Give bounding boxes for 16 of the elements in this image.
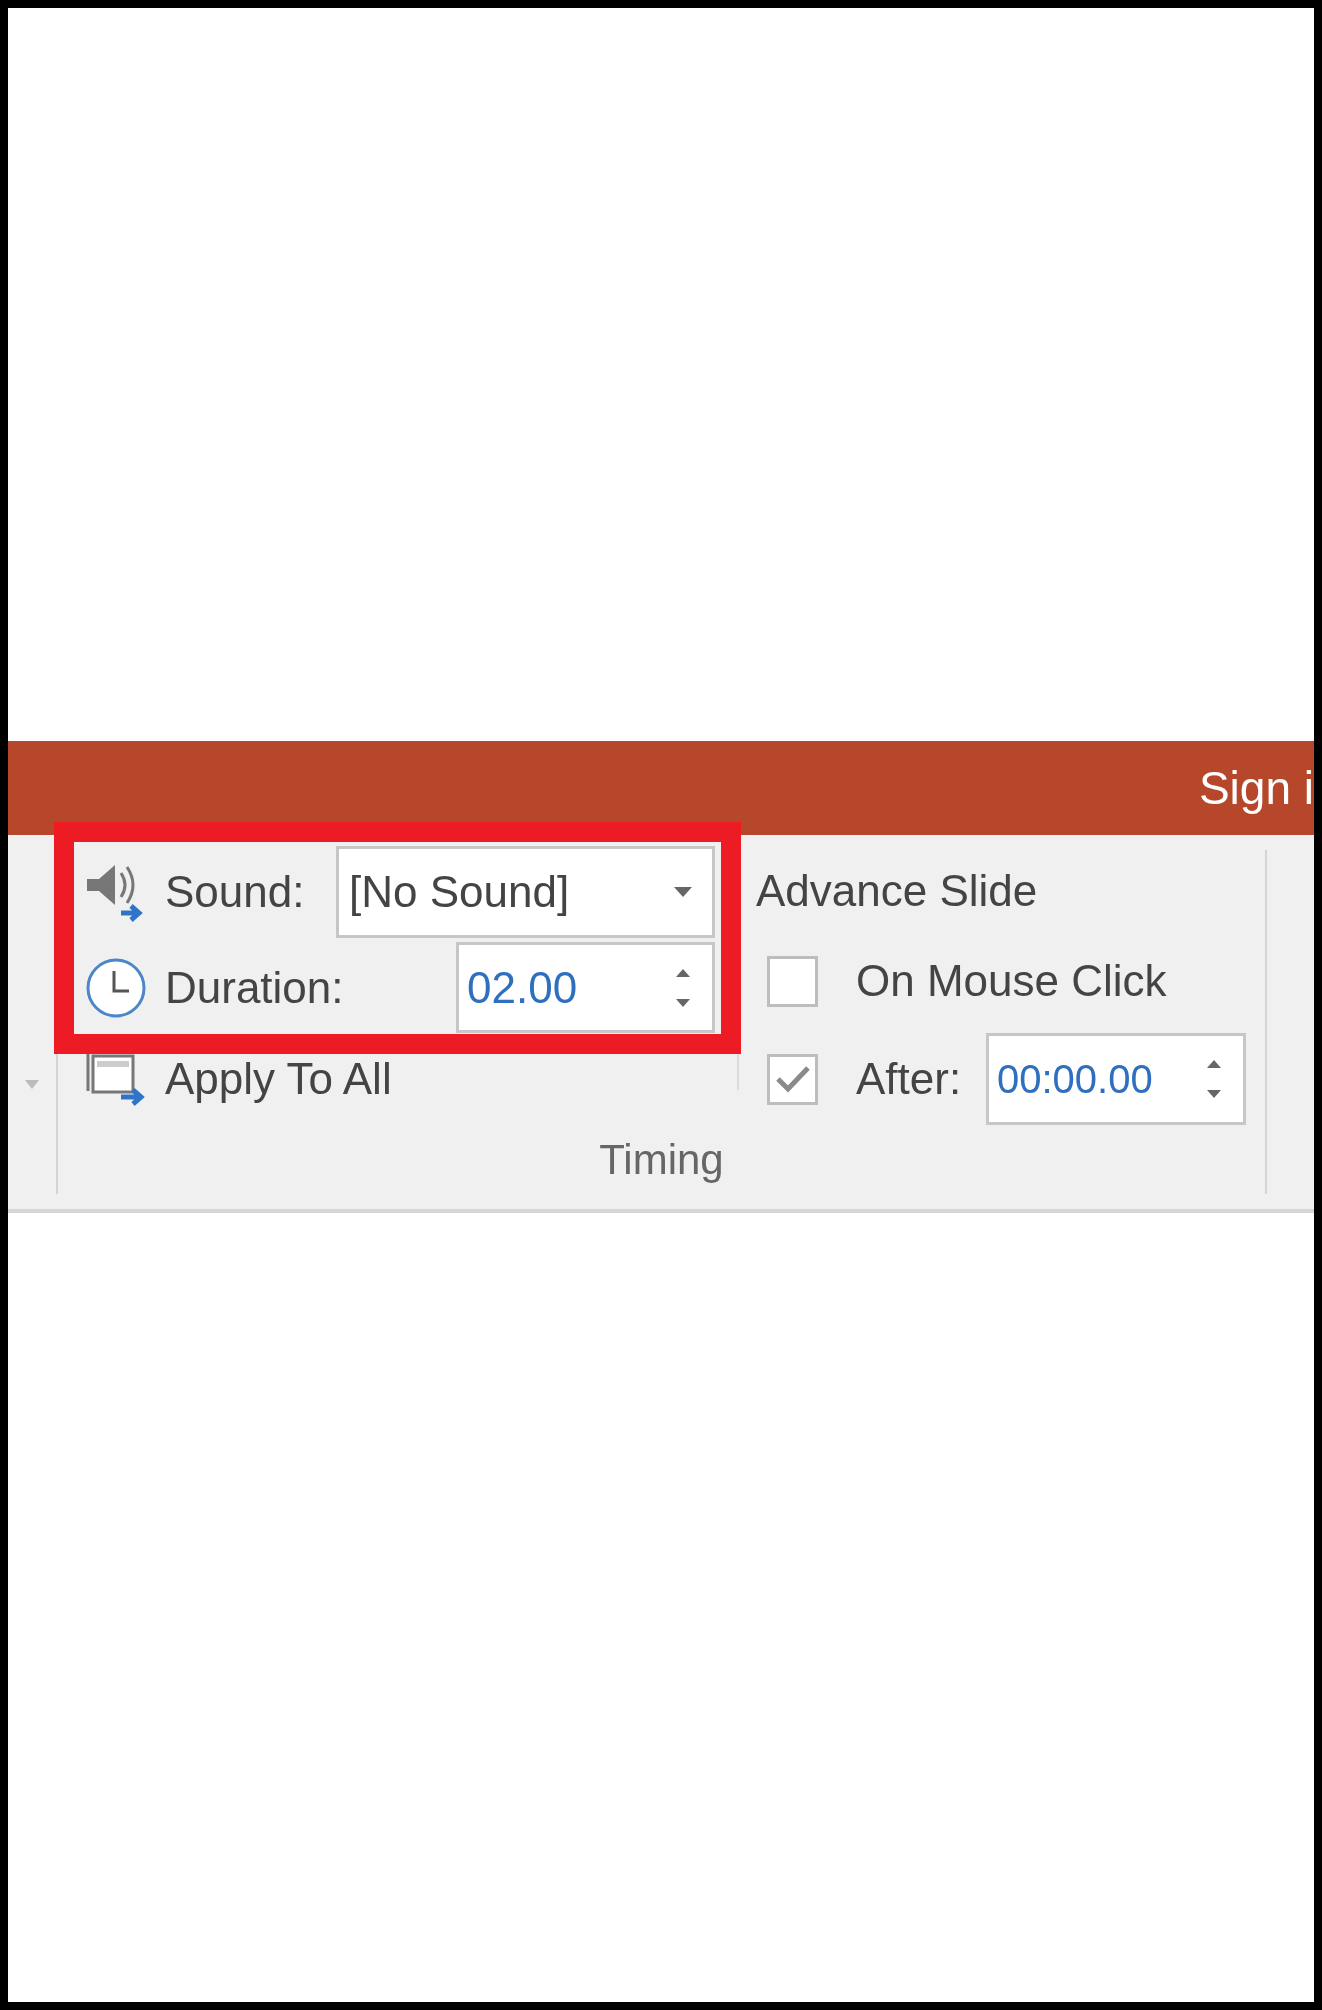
sound-label: Sound: bbox=[165, 870, 306, 914]
check-icon bbox=[774, 1064, 811, 1094]
clock-icon bbox=[85, 956, 147, 1019]
apply-window-icon bbox=[85, 1051, 147, 1107]
advance-slide-heading: Advance Slide bbox=[756, 869, 1039, 913]
option-label[interactable]: On Mouse Click bbox=[856, 959, 1167, 1003]
checkbox[interactable] bbox=[767, 955, 818, 1007]
checkbox[interactable] bbox=[767, 1053, 818, 1105]
group-label: Timing bbox=[599, 1139, 724, 1181]
sound-dropdown[interactable]: [No Sound] bbox=[336, 846, 715, 938]
option-label[interactable]: After: bbox=[856, 1057, 986, 1101]
dropdown-caret-icon bbox=[674, 887, 692, 897]
after-time-field[interactable]: 00:00.00 bbox=[986, 1033, 1246, 1125]
duration-label: Duration: bbox=[165, 965, 345, 1010]
duration-field[interactable]: 02.00 bbox=[456, 942, 715, 1033]
apply-to-all-button[interactable]: Apply To All bbox=[85, 1051, 392, 1107]
